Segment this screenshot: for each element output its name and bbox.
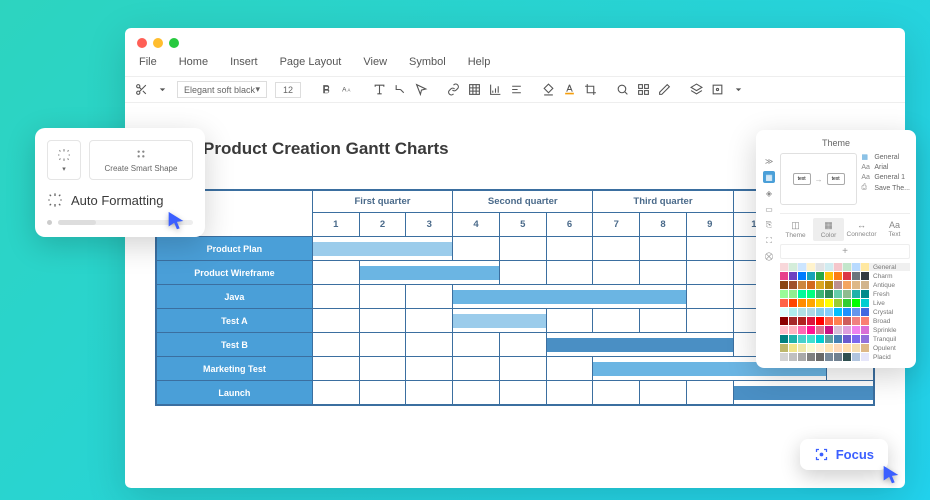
menubar: File Home Insert Page Layout View Symbol Help — [125, 54, 905, 76]
add-theme-button[interactable]: + — [780, 244, 910, 259]
theme-option[interactable]: ▦General — [861, 153, 910, 161]
theme-option[interactable]: AaArial — [861, 164, 910, 171]
theme-title: Theme — [762, 136, 910, 153]
palette-row[interactable]: Charm — [780, 272, 910, 280]
svg-text:A: A — [348, 88, 351, 93]
toolbar: Elegant soft black▾ 12 AA — [125, 76, 905, 103]
page-icon[interactable]: ▭ — [763, 203, 775, 215]
expand-icon[interactable]: ⛶ — [763, 235, 775, 247]
text-icon[interactable] — [373, 83, 386, 96]
cart-icon[interactable]: ⛒ — [763, 251, 775, 263]
layers-icon[interactable]: ◈ — [763, 187, 775, 199]
theme-panel: Theme ≫ ▦ ◈ ▭ ⎘ ⛶ ⛒ text → text ▦General… — [756, 130, 916, 368]
chevron-icon[interactable]: ≫ — [763, 155, 775, 167]
menu-view[interactable]: View — [363, 56, 387, 68]
palette-row[interactable]: Broad — [780, 317, 910, 325]
chart-icon[interactable] — [489, 83, 502, 96]
menu-file[interactable]: File — [139, 56, 157, 68]
create-smart-shape-button[interactable]: Create Smart Shape — [89, 140, 193, 180]
expand-icon[interactable] — [732, 83, 745, 96]
layers-icon[interactable] — [690, 83, 703, 96]
palette-row[interactable]: Antique — [780, 281, 910, 289]
bold-icon[interactable] — [320, 83, 333, 96]
cursor-icon — [165, 210, 187, 232]
theme-preview[interactable]: text → text — [780, 153, 857, 205]
palette-row[interactable]: Tranquil — [780, 335, 910, 343]
table-row: Launch — [157, 381, 874, 405]
crop-icon[interactable] — [584, 83, 597, 96]
palette-row[interactable]: General — [780, 263, 910, 271]
svg-text:A: A — [342, 87, 347, 94]
maximize-icon[interactable] — [169, 38, 179, 48]
theme-tab-color[interactable]: ▦Color — [813, 218, 844, 241]
spark-button[interactable]: ▾ — [47, 140, 81, 180]
theme-tab-connector[interactable]: ↔Connector — [846, 218, 877, 241]
font-size-icon[interactable]: AA — [341, 83, 354, 96]
align-icon[interactable] — [510, 83, 523, 96]
palette-row[interactable]: Placid — [780, 353, 910, 361]
cursor-icon — [880, 464, 902, 486]
menu-symbol[interactable]: Symbol — [409, 56, 446, 68]
fill-icon[interactable] — [542, 83, 555, 96]
font-color-icon[interactable] — [563, 83, 576, 96]
theme-tab-theme[interactable]: ◫Theme — [780, 218, 811, 241]
close-icon[interactable] — [137, 38, 147, 48]
doc-icon[interactable]: ⎘ — [763, 219, 775, 231]
connector-icon[interactable] — [394, 83, 407, 96]
theme-option[interactable]: AaGeneral 1 — [861, 174, 910, 181]
palette-row[interactable]: Crystal — [780, 308, 910, 316]
theme-tab-text[interactable]: AaText — [879, 218, 910, 241]
palette-row[interactable]: Sprinkle — [780, 326, 910, 334]
pen-icon[interactable] — [658, 83, 671, 96]
grid-icon[interactable] — [637, 83, 650, 96]
link-icon[interactable] — [447, 83, 460, 96]
window-controls — [125, 28, 905, 54]
font-select[interactable]: Elegant soft black▾ — [177, 81, 267, 98]
dropdown-icon[interactable] — [156, 83, 169, 96]
pointer-icon[interactable] — [415, 83, 428, 96]
minimize-icon[interactable] — [153, 38, 163, 48]
menu-home[interactable]: Home — [179, 56, 208, 68]
cut-icon[interactable] — [135, 83, 148, 96]
more-icon[interactable] — [711, 83, 724, 96]
menu-insert[interactable]: Insert — [230, 56, 258, 68]
grid-icon[interactable]: ▦ — [763, 171, 775, 183]
auto-format-popup: ▾ Create Smart Shape Auto Formatting — [35, 128, 205, 237]
search-icon[interactable] — [616, 83, 629, 96]
theme-option[interactable]: ⎙Save The... — [861, 184, 910, 192]
menu-page-layout[interactable]: Page Layout — [280, 56, 342, 68]
palette-row[interactable]: Opulent — [780, 344, 910, 352]
palette-row[interactable]: Live — [780, 299, 910, 307]
theme-sidebar: ≫ ▦ ◈ ▭ ⎘ ⛶ ⛒ — [762, 153, 776, 362]
auto-formatting-button[interactable]: Auto Formatting — [47, 192, 193, 208]
font-size[interactable]: 12 — [275, 82, 301, 98]
menu-help[interactable]: Help — [468, 56, 491, 68]
page-title: Product Creation Gantt Charts — [203, 139, 449, 159]
palette-row[interactable]: Fresh — [780, 290, 910, 298]
focus-button[interactable]: Focus — [800, 439, 888, 470]
table-icon[interactable] — [468, 83, 481, 96]
